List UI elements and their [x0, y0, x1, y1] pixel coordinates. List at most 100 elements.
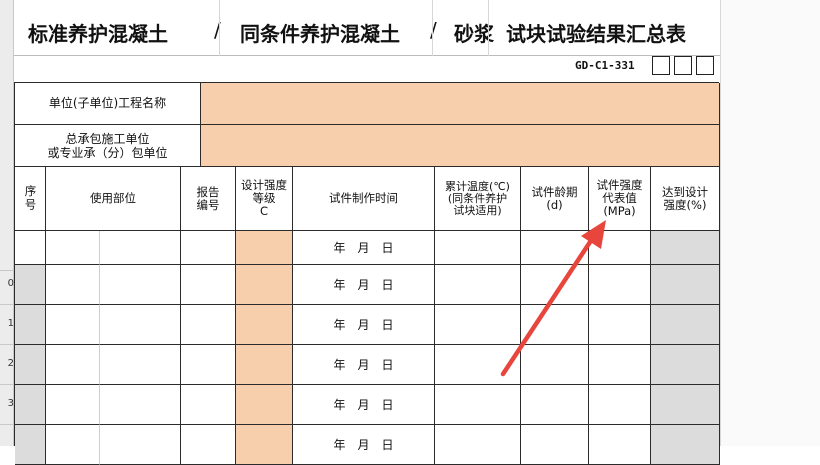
- temp-line3: 试块适用): [453, 203, 502, 217]
- date-unit-day: 日: [381, 398, 394, 412]
- location-cell-a[interactable]: [46, 385, 100, 425]
- report-no-line2: 编号: [196, 197, 220, 212]
- col-header-age: 试件龄期 (d): [521, 167, 589, 231]
- make-time-cell[interactable]: 年月日: [293, 305, 435, 345]
- representative-cell[interactable]: [589, 385, 651, 425]
- date-unit-month: 月: [357, 278, 370, 292]
- rep-line3: (MPa): [603, 204, 636, 218]
- age-cell[interactable]: [521, 305, 589, 345]
- location-cell-a[interactable]: [46, 305, 100, 345]
- age-cell[interactable]: [521, 265, 589, 305]
- representative-cell[interactable]: [589, 345, 651, 385]
- reach-cell[interactable]: [651, 345, 720, 385]
- temperature-cell[interactable]: [435, 425, 521, 465]
- make-time-cell[interactable]: 年月日: [293, 425, 435, 465]
- reach-cell[interactable]: [651, 385, 720, 425]
- temperature-cell[interactable]: [435, 265, 521, 305]
- reach-cell[interactable]: [651, 305, 720, 345]
- temperature-cell[interactable]: [435, 385, 521, 425]
- design-grade-cell[interactable]: [236, 345, 293, 385]
- seq-cell[interactable]: [15, 265, 46, 305]
- temperature-cell[interactable]: [435, 345, 521, 385]
- location-cell-b[interactable]: [100, 231, 181, 265]
- representative-cell[interactable]: [589, 425, 651, 465]
- seq-cell[interactable]: [15, 385, 46, 425]
- date-unit-year: 年: [333, 438, 346, 452]
- design-grade-cell[interactable]: [236, 265, 293, 305]
- location-cell-b[interactable]: [100, 305, 181, 345]
- date-unit-day: 日: [381, 318, 394, 332]
- report-no-cell[interactable]: [181, 265, 236, 305]
- temp-line2: (同条件养护: [447, 191, 508, 205]
- report-no-cell[interactable]: [181, 345, 236, 385]
- seq-cell[interactable]: [15, 305, 46, 345]
- code-box[interactable]: [696, 56, 714, 75]
- location-cell-b[interactable]: [100, 345, 181, 385]
- report-no-cell[interactable]: [181, 385, 236, 425]
- report-no-cell[interactable]: [181, 231, 236, 265]
- location-cell-a[interactable]: [46, 425, 100, 465]
- design-grade-cell[interactable]: [236, 425, 293, 465]
- age-line1: 试件龄期: [531, 184, 578, 199]
- date-unit-day: 日: [381, 241, 394, 255]
- col-header-make-time: 试件制作时间: [293, 167, 435, 231]
- date-unit-day: 日: [381, 438, 394, 452]
- reach-cell[interactable]: [651, 231, 720, 265]
- representative-cell[interactable]: [589, 265, 651, 305]
- age-cell[interactable]: [521, 231, 589, 265]
- col-header-temperature: 累计温度(℃) (同条件养护 试块适用): [435, 167, 521, 231]
- design-grade-cell[interactable]: [236, 305, 293, 345]
- location-cell-b[interactable]: [100, 265, 181, 305]
- seq-cell[interactable]: [15, 425, 46, 465]
- grid-line: [219, 0, 220, 56]
- project-name-label: 单位(子单位)工程名称: [15, 83, 201, 125]
- date-unit-day: 日: [381, 358, 394, 372]
- make-time-cell[interactable]: 年月日: [293, 231, 435, 265]
- contractor-label-line1: 总承包施工单位: [65, 131, 150, 146]
- code-box[interactable]: [674, 56, 692, 75]
- age-cell[interactable]: [521, 425, 589, 465]
- age-cell[interactable]: [521, 345, 589, 385]
- summary-table: 单位(子单位)工程名称 总承包施工单位 或专业承（分）包单位 序号 使用部位 报…: [14, 82, 720, 465]
- reach-cell[interactable]: [651, 265, 720, 305]
- report-no-line1: 报告: [196, 184, 220, 199]
- date-unit-year: 年: [333, 398, 346, 412]
- row-header-strip: 0 1 2 3: [0, 0, 14, 446]
- location-cell-a[interactable]: [46, 231, 100, 265]
- location-cell-a[interactable]: [46, 345, 100, 385]
- design-grade-cell[interactable]: [236, 231, 293, 265]
- seq-cell[interactable]: [15, 231, 46, 265]
- date-unit-month: 月: [357, 398, 370, 412]
- make-time-cell[interactable]: 年月日: [293, 265, 435, 305]
- title-part-standard: 标准养护混凝土: [28, 22, 168, 46]
- location-cell-a[interactable]: [46, 265, 100, 305]
- make-time-cell[interactable]: 年月日: [293, 385, 435, 425]
- temperature-cell[interactable]: [435, 231, 521, 265]
- row-header[interactable]: 0: [0, 264, 14, 305]
- date-unit-month: 月: [357, 241, 370, 255]
- report-no-cell[interactable]: [181, 305, 236, 345]
- title-part-same-condition: 同条件养护混凝土: [240, 22, 400, 46]
- project-name-input[interactable]: [201, 83, 720, 125]
- row-header[interactable]: 2: [0, 344, 14, 385]
- seq-cell[interactable]: [15, 345, 46, 385]
- location-cell-b[interactable]: [100, 425, 181, 465]
- age-line2: (d): [546, 197, 563, 212]
- contractor-input[interactable]: [201, 125, 720, 167]
- row-header[interactable]: 1: [0, 304, 14, 345]
- location-cell-b[interactable]: [100, 385, 181, 425]
- row-header[interactable]: 3: [0, 384, 14, 425]
- reach-cell[interactable]: [651, 425, 720, 465]
- title-row: 标准养护混凝土 / 同条件养护混凝土 / 砂浆 试块试验结果汇总表: [14, 0, 720, 56]
- age-cell[interactable]: [521, 385, 589, 425]
- report-no-cell[interactable]: [181, 425, 236, 465]
- form-code: GD-C1-331: [575, 59, 635, 72]
- empty-sheet-area[interactable]: [720, 0, 820, 446]
- design-grade-cell[interactable]: [236, 385, 293, 425]
- contractor-label: 总承包施工单位 或专业承（分）包单位: [15, 125, 201, 167]
- make-time-cell[interactable]: 年月日: [293, 345, 435, 385]
- representative-cell[interactable]: [589, 305, 651, 345]
- temperature-cell[interactable]: [435, 305, 521, 345]
- code-box[interactable]: [652, 56, 670, 75]
- representative-cell[interactable]: [589, 231, 651, 265]
